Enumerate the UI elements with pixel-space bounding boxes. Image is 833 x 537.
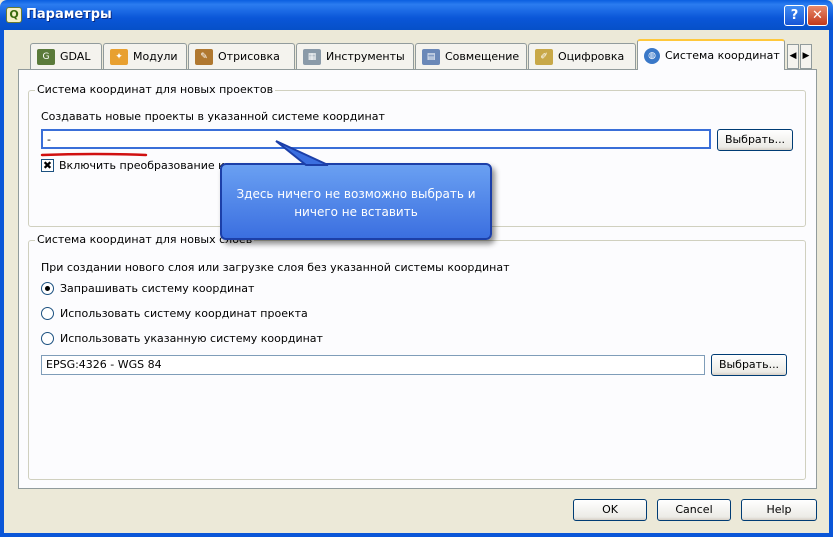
layers-crs-field[interactable]: EPSG:4326 - WGS 84 <box>41 355 705 375</box>
tab-digitizing[interactable]: ✐ Оцифровка <box>528 43 636 69</box>
digitize-icon: ✐ <box>535 48 553 65</box>
tab-overlay[interactable]: ▤ Совмещение <box>415 43 527 69</box>
projects-group-title: Система координат для новых проектов <box>35 83 276 96</box>
plugins-icon: ✦ <box>110 48 128 65</box>
tab-tools[interactable]: ▦ Инструменты <box>296 43 414 69</box>
tab-scroll-right-button[interactable]: ▶ <box>800 44 812 69</box>
tab-label: Модули <box>133 50 178 63</box>
projects-choose-button[interactable]: Выбрать... <box>717 129 793 151</box>
tab-label: GDAL <box>60 50 91 63</box>
crs-tab-page: Система координат для новых проектов Соз… <box>18 69 817 489</box>
tab-scroll-left-button[interactable]: ◀ <box>787 44 799 69</box>
tab-label: Инструменты <box>326 50 405 63</box>
callout-line-1: Здесь ничего не возможно выбрать и <box>236 187 476 201</box>
tab-crs[interactable]: ◍ Система координат <box>637 39 785 70</box>
tools-icon: ▦ <box>303 48 321 65</box>
annotation-callout: Здесь ничего не возможно выбрать и ничег… <box>220 163 492 240</box>
radio-prompt-crs[interactable] <box>41 282 54 295</box>
tab-rendering[interactable]: ✎ Отрисовка <box>188 43 295 69</box>
cancel-button[interactable]: Cancel <box>657 499 731 521</box>
radio-project-crs[interactable] <box>41 307 54 320</box>
tab-label: Система координат <box>665 49 780 62</box>
qgis-app-icon: Q <box>6 7 22 23</box>
radio-prompt-crs-label: Запрашивать систему координат <box>60 282 255 295</box>
overlay-icon: ▤ <box>422 48 440 65</box>
radio-default-crs-label: Использовать указанную систему координат <box>60 332 323 345</box>
tab-label: Совмещение <box>445 50 520 63</box>
callout-line-2: ничего не вставить <box>294 205 418 219</box>
red-underline-annotation <box>40 152 148 157</box>
projects-crs-field[interactable]: - <box>41 129 711 149</box>
window-frame-left <box>0 30 4 537</box>
radio-project-crs-label: Использовать систему координат проекта <box>60 307 308 320</box>
ok-button[interactable]: OK <box>573 499 647 521</box>
tab-label: Оцифровка <box>558 50 625 63</box>
radio-default-crs[interactable] <box>41 332 54 345</box>
title-close-button[interactable]: ✕ <box>807 5 828 26</box>
brush-icon: ✎ <box>195 48 213 65</box>
window-frame-bottom <box>0 533 833 537</box>
callout-pointer <box>275 140 329 166</box>
tab-gdal[interactable]: G GDAL <box>30 43 102 69</box>
gdal-icon: G <box>37 48 55 65</box>
title-bar[interactable]: Q Параметры ? ✕ <box>0 0 833 30</box>
help-button[interactable]: Help <box>741 499 817 521</box>
otf-transform-checkbox[interactable]: ✖ <box>41 159 54 172</box>
title-help-button[interactable]: ? <box>784 5 805 26</box>
tab-label: Отрисовка <box>218 50 280 63</box>
projects-description: Создавать новые проекты в указанной сист… <box>41 110 385 123</box>
tab-plugins[interactable]: ✦ Модули <box>103 43 187 69</box>
layers-choose-button[interactable]: Выбрать... <box>711 354 787 376</box>
globe-icon: ◍ <box>644 47 660 64</box>
window-title: Параметры <box>26 7 112 22</box>
window-frame-right <box>829 30 833 537</box>
layers-description: При создании нового слоя или загрузке сл… <box>41 261 510 274</box>
